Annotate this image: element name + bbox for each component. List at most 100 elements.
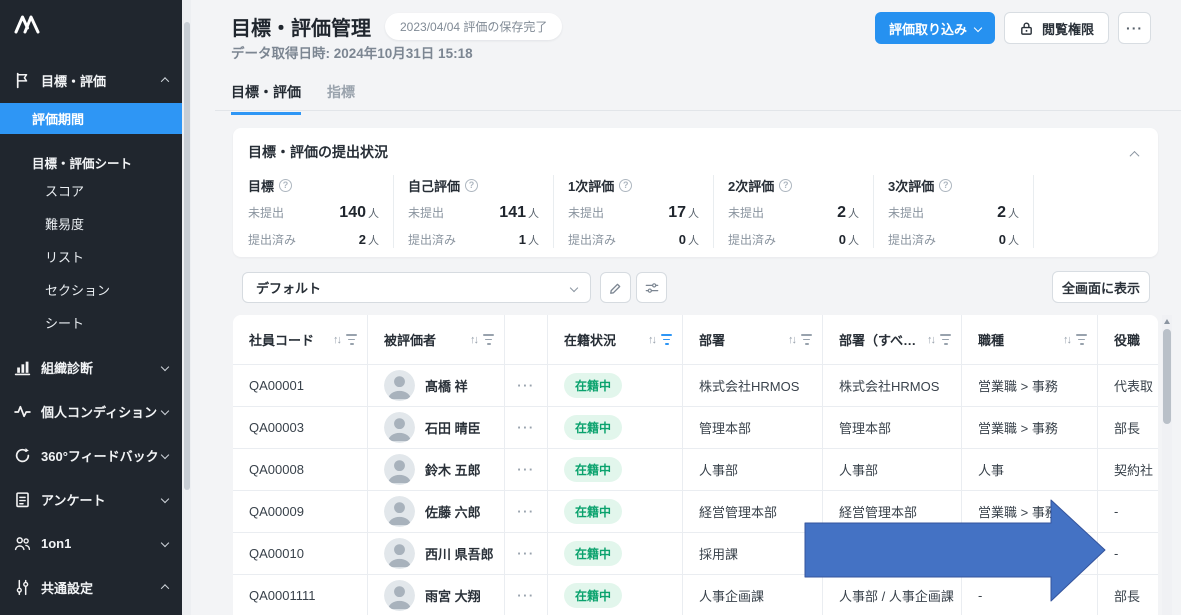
- sidebar-item-label: 個人コンディション: [41, 402, 162, 421]
- row-actions-button[interactable]: ···: [517, 378, 535, 393]
- employee-name[interactable]: 石田 晴臣: [425, 418, 481, 437]
- sidebar-item-personal-condition[interactable]: 個人コンディション: [0, 395, 182, 427]
- sort-icon[interactable]: ↑↓: [648, 334, 655, 346]
- sidebar-item-360-feedback[interactable]: 360°フィードバック: [0, 439, 182, 471]
- submission-status-title: 目標・評価の提出状況: [248, 142, 1142, 162]
- sidebar-item-sheet[interactable]: シート: [0, 306, 182, 339]
- sidebar-item-goal-eval[interactable]: 目標・評価: [0, 64, 182, 96]
- filter-icon[interactable]: [483, 334, 494, 344]
- bar-chart-icon: [14, 359, 31, 376]
- sidebar-item-list[interactable]: リスト: [0, 240, 182, 273]
- submitted-label: 提出済み: [408, 231, 456, 248]
- avatar[interactable]: [384, 454, 415, 485]
- title-cell: 部長: [1114, 586, 1140, 605]
- view-permission-button[interactable]: 閲覧権限: [1004, 12, 1109, 44]
- table-scrollbar[interactable]: [1162, 315, 1172, 615]
- sidebar-item-1on1[interactable]: 1on1: [0, 527, 182, 559]
- sliders-icon: [14, 579, 31, 596]
- help-icon[interactable]: ?: [779, 179, 792, 192]
- table-row[interactable]: QA00001 髙橋 祥 ··· 在籍中 株式会社HRMOS 株式会社HRMOS…: [233, 365, 1158, 407]
- filter-icon[interactable]: [1076, 334, 1087, 344]
- employee-name[interactable]: 佐藤 六郎: [425, 502, 481, 521]
- sidebar-item-section[interactable]: セクション: [0, 273, 182, 306]
- sidebar-scrollbar-thumb[interactable]: [184, 22, 190, 490]
- employee-code: QA00010: [249, 546, 304, 561]
- row-actions-button[interactable]: ···: [517, 546, 535, 561]
- filter-icon[interactable]: [940, 334, 951, 344]
- status-badge: 在籍中: [564, 499, 622, 524]
- unit-label: 人: [848, 235, 859, 247]
- sidebar-item-common-settings[interactable]: 共通設定: [0, 571, 182, 603]
- filter-icon[interactable]: [801, 334, 812, 344]
- sidebar-item-difficulty[interactable]: 難易度: [0, 207, 182, 240]
- avatar[interactable]: [384, 538, 415, 569]
- evaluation-table: 社員コード↑↓ 被評価者↑↓ 在籍状況↑↓ 部署↑↓ 部署（すべ…↑↓ 職種↑↓…: [233, 315, 1158, 615]
- table-row[interactable]: QA00003 石田 晴臣 ··· 在籍中 管理本部 管理本部 営業職 > 事務…: [233, 407, 1158, 449]
- dept-all-cell: 経営管理本部: [839, 502, 917, 521]
- col-header-actions: [505, 315, 548, 364]
- more-actions-button[interactable]: ···: [1118, 12, 1151, 44]
- filter-icon-active[interactable]: [661, 334, 672, 344]
- import-evaluation-button[interactable]: 評価取り込み: [875, 12, 995, 44]
- panel-collapse-button[interactable]: [1131, 146, 1138, 161]
- table-row[interactable]: QA00010 西川 県吾郎 ··· 在籍中 採用課 -: [233, 533, 1158, 575]
- filter-icon[interactable]: [346, 334, 357, 344]
- table-row[interactable]: QA0001111 雨宮 大翔 ··· 在籍中 人事企画課 人事部 / 人事企画…: [233, 575, 1158, 615]
- person-photo-icon: [384, 454, 415, 485]
- col-header-dept: 部署: [699, 330, 725, 349]
- summary-group-label: 自己評価: [408, 176, 460, 195]
- col-header-title: 役職: [1114, 330, 1140, 349]
- sidebar-scrollbar[interactable]: [182, 0, 191, 615]
- chevron-down-icon: [161, 539, 169, 547]
- avatar[interactable]: [384, 580, 415, 611]
- sort-icon[interactable]: ↑↓: [927, 334, 934, 346]
- help-icon[interactable]: ?: [465, 179, 478, 192]
- row-actions-button[interactable]: ···: [517, 420, 535, 435]
- data-fetched-timestamp: データ取得日時: 2024年10月31日 15:18: [231, 42, 473, 62]
- sort-icon[interactable]: ↑↓: [333, 334, 340, 346]
- sort-icon[interactable]: ↑↓: [788, 334, 795, 346]
- row-actions-button[interactable]: ···: [517, 504, 535, 519]
- help-icon[interactable]: ?: [939, 179, 952, 192]
- avatar[interactable]: [384, 370, 415, 401]
- submitted-label: 提出済み: [248, 231, 296, 248]
- help-icon[interactable]: ?: [619, 179, 632, 192]
- row-actions-button[interactable]: ···: [517, 588, 535, 603]
- status-badge: 在籍中: [564, 583, 622, 608]
- filter-settings-button[interactable]: [636, 272, 667, 303]
- tab-goal-eval[interactable]: 目標・評価: [231, 82, 301, 115]
- edit-view-button[interactable]: [600, 272, 631, 303]
- fullscreen-button[interactable]: 全画面に表示: [1052, 271, 1150, 303]
- employee-name[interactable]: 鈴木 五郎: [425, 460, 481, 479]
- table-row[interactable]: QA00008 鈴木 五郎 ··· 在籍中 人事部 人事部 人事 契約社: [233, 449, 1158, 491]
- unsubmitted-label: 未提出: [888, 204, 924, 221]
- employee-name[interactable]: 髙橋 祥: [425, 376, 468, 395]
- sidebar-item-label: セクション: [45, 280, 110, 299]
- sidebar-item-goal-eval-sheet[interactable]: 目標・評価シート: [0, 150, 182, 174]
- avatar[interactable]: [384, 496, 415, 527]
- sidebar-item-score[interactable]: スコア: [0, 174, 182, 207]
- sort-icon[interactable]: ↑↓: [470, 334, 477, 346]
- sidebar-item-label: 組織診断: [41, 358, 162, 377]
- table-scrollbar-thumb[interactable]: [1163, 329, 1171, 424]
- summary-group-second-eval: 2次評価? 未提出2人 提出済み0人: [728, 175, 874, 248]
- help-icon[interactable]: ?: [279, 179, 292, 192]
- chevron-up-icon: [1130, 151, 1140, 161]
- sidebar-item-label: 共通設定: [41, 578, 162, 597]
- sidebar-item-org-diagnosis[interactable]: 組織診断: [0, 351, 182, 383]
- sidebar-item-survey[interactable]: アンケート: [0, 483, 182, 515]
- sort-icon[interactable]: ↑↓: [1063, 334, 1070, 346]
- submission-status-panel: 目標・評価の提出状況 目標? 未提出140人 提出済み2人 自己評価? 未提出1…: [233, 128, 1158, 257]
- view-select[interactable]: デフォルト: [242, 272, 591, 303]
- sidebar-item-eval-period[interactable]: 評価期間: [0, 103, 182, 134]
- hrmos-logo-icon[interactable]: [14, 12, 40, 36]
- dept-all-cell: 人事部: [839, 460, 878, 479]
- scroll-up-arrow-icon[interactable]: [1164, 319, 1170, 324]
- employee-name[interactable]: 西川 県吾郎: [425, 544, 494, 563]
- employee-name[interactable]: 雨宮 大翔: [425, 586, 481, 605]
- tab-indicator[interactable]: 指標: [327, 82, 355, 115]
- row-actions-button[interactable]: ···: [517, 462, 535, 477]
- table-row[interactable]: QA00009 佐藤 六郎 ··· 在籍中 経営管理本部 経営管理本部 営業職 …: [233, 491, 1158, 533]
- summary-group-third-eval: 3次評価? 未提出2人 提出済み0人: [888, 175, 1034, 248]
- avatar[interactable]: [384, 412, 415, 443]
